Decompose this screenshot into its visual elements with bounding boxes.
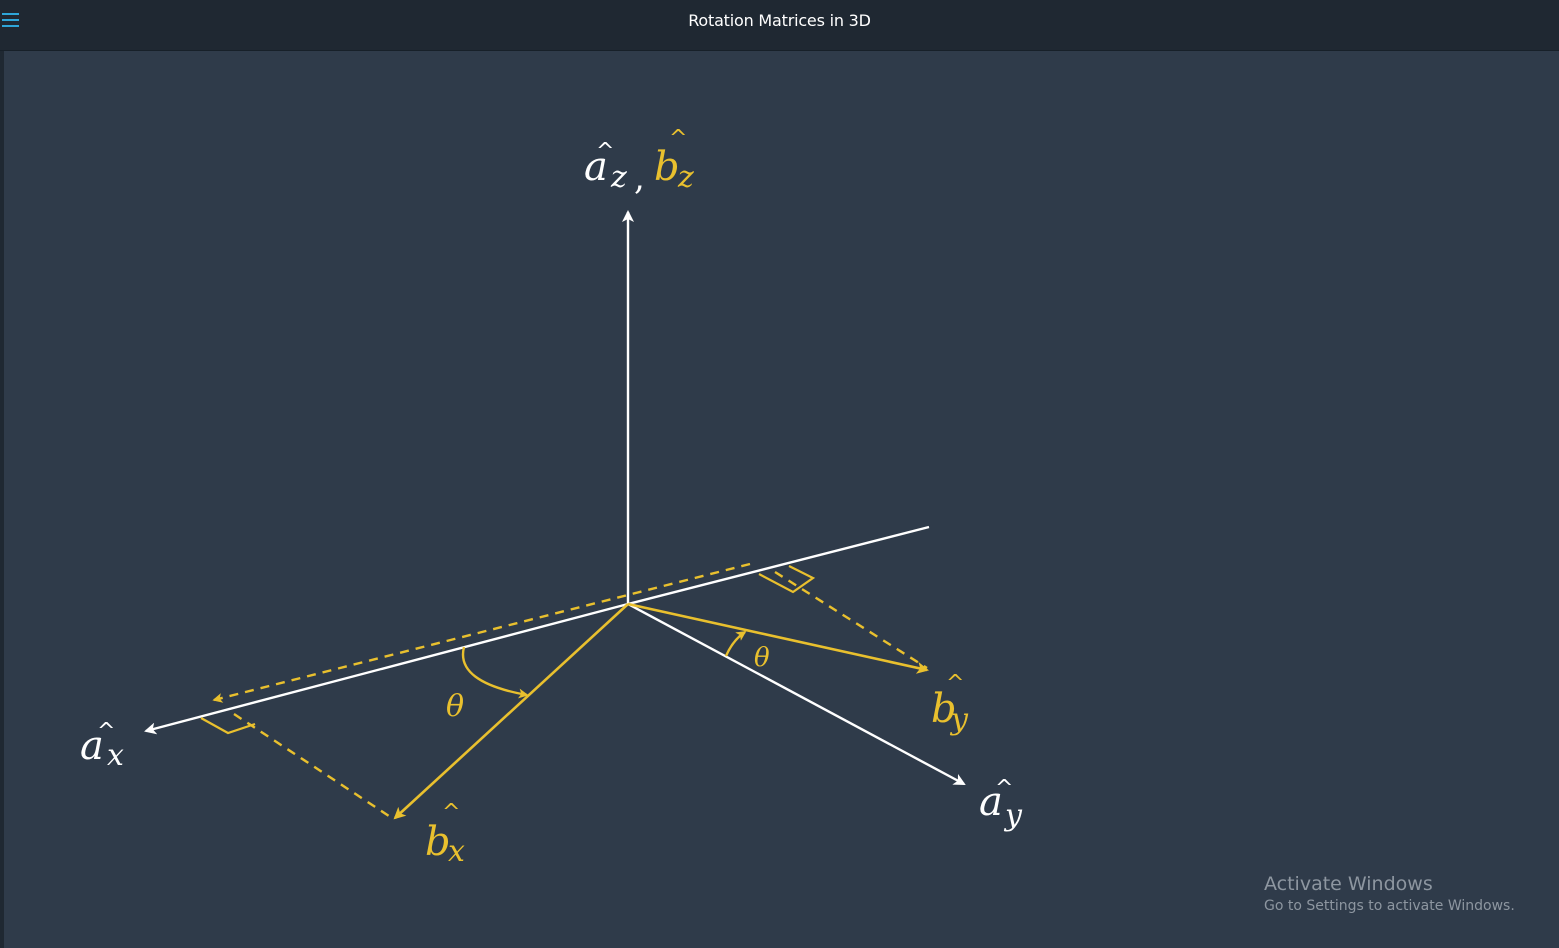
bx-vector: [393, 603, 629, 820]
label-by: b ^ y: [931, 671, 969, 737]
bz-hat: ^: [669, 126, 687, 151]
label-az-bz: a ^ z , b ^ z: [584, 126, 694, 198]
ax-subscript: x: [107, 738, 124, 773]
bz-subscript: z: [677, 160, 694, 195]
watermark-subtitle: Go to Settings to activate Windows.: [1264, 898, 1515, 914]
watermark-title: Activate Windows: [1264, 873, 1433, 895]
az-subscript: z: [610, 160, 627, 195]
ax-axis-extension: [627, 525, 930, 606]
ay-subscript: y: [1003, 798, 1023, 833]
bx-letter: b: [425, 819, 451, 865]
activate-windows-watermark: Activate Windows Go to Settings to activ…: [1264, 873, 1515, 914]
az-bz-comma: ,: [634, 158, 645, 198]
ax-axis: [144, 602, 629, 735]
by-vector: [627, 602, 929, 674]
label-ax: a ^ x: [80, 719, 124, 773]
right-angle-marker-x: [200, 717, 256, 735]
by-subscript: y: [949, 702, 969, 737]
theta-arc-y: [724, 631, 747, 657]
label-ay: a ^ y: [979, 776, 1023, 833]
rotation-diagram: a ^ z , b ^ z a ^ x a ^ y b ^ x b ^ y θ …: [80, 126, 1023, 869]
right-angle-marker-y: [758, 565, 816, 594]
theta-label-x: θ: [446, 689, 464, 724]
by-hat: ^: [946, 671, 964, 696]
label-bx: b ^ x: [425, 800, 465, 869]
theta-arc-x: [461, 646, 529, 699]
theta-label-y: θ: [754, 643, 770, 673]
bx-hat: ^: [442, 800, 460, 825]
bx-perpendicular-dashed: [233, 712, 393, 820]
ay-axis: [627, 602, 966, 786]
bx-subscript: x: [448, 834, 465, 869]
